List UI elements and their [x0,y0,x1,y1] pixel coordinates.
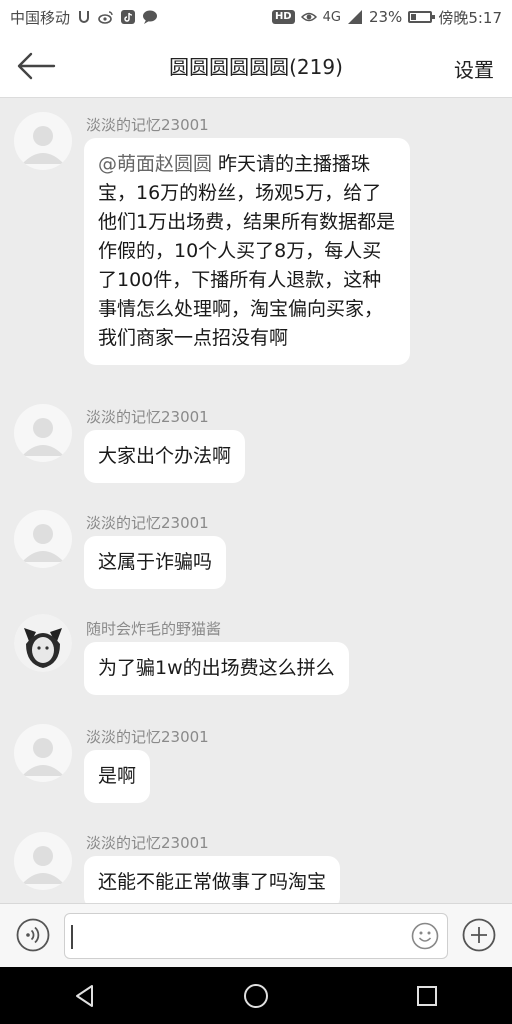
back-button[interactable] [16,48,60,84]
message-text: 是啊 [98,765,137,787]
phone-screen: 中国移动 HD 4G 23% 傍晚5:17 圆圆圆圆圆圆(219) 设置 淡淡的… [0,0,512,1024]
settings-button[interactable]: 设置 [454,54,494,83]
chat-title: 圆圆圆圆圆圆(219) [169,55,343,79]
nav-back-button[interactable] [65,976,105,1016]
input-bar [0,903,512,967]
message-bubble[interactable]: 这属于诈骗吗 [84,536,227,589]
battery-level [411,14,416,20]
clock: 傍晚5:17 [438,8,502,27]
system-nav-bar [0,967,512,1024]
nav-home-button[interactable] [236,976,276,1016]
square-recents-icon [416,985,437,1006]
weibo-icon [98,11,113,24]
message-input[interactable] [64,913,448,959]
message-text: 还能不能正常做事了吗淘宝 [98,871,327,893]
nav-recents-button[interactable] [407,976,447,1016]
message-text: 昨天请的主播播珠宝，16万的粉丝，场观5万，给了他们1万出场费，结果所有数据都是… [98,153,396,349]
sender-name: 随时会炸毛的野猫酱 [86,620,222,638]
avatar[interactable] [14,724,72,782]
message-bubble[interactable]: 为了骗1w的出场费这么拼么 [84,642,349,695]
status-bar: 中国移动 HD 4G 23% 傍晚5:17 [0,0,512,34]
avatar[interactable] [14,112,72,170]
sender-name: 淡淡的记忆23001 [86,728,209,746]
eye-icon [300,12,317,22]
chat-bubble-icon [143,10,158,24]
carrier-label: 中国移动 [10,8,71,27]
voice-icon[interactable] [16,918,50,952]
battery-percent: 23% [368,8,403,26]
sender-name: 淡淡的记忆23001 [86,116,209,134]
message-text: 为了骗1w的出场费这么拼么 [98,657,335,679]
message-list[interactable]: 淡淡的记忆23001 @萌面赵圆圆 昨天请的主播播珠宝，16万的粉丝，场观5万，… [0,98,512,903]
circle-home-icon [243,983,268,1008]
triangle-back-icon [76,984,94,1007]
message-bubble[interactable]: 大家出个办法啊 [84,430,246,483]
avatar[interactable] [14,404,72,462]
mention-link[interactable]: @萌面赵圆圆 [98,153,212,175]
plus-icon[interactable] [462,918,496,952]
avatar[interactable] [14,614,72,672]
battery-icon [408,11,436,23]
message-text: 大家出个办法啊 [98,445,232,467]
avatar[interactable] [14,832,72,890]
sender-name: 淡淡的记忆23001 [86,834,209,852]
sender-name: 淡淡的记忆23001 [86,514,209,532]
sender-name: 淡淡的记忆23001 [86,408,209,426]
message-bubble[interactable]: 还能不能正常做事了吗淘宝 [84,856,341,903]
usb-icon [79,11,90,23]
arrow-left-icon [17,52,56,80]
network-label: 4G [322,9,341,25]
tiktok-icon [121,10,136,24]
hd-badge: HD [271,10,295,24]
message-text: 这属于诈骗吗 [98,551,213,573]
emoji-icon[interactable] [411,922,439,950]
avatar[interactable] [14,510,72,568]
signal-icon [347,10,362,24]
text-caret [71,925,73,949]
message-bubble[interactable]: 是啊 [84,750,151,803]
message-bubble[interactable]: @萌面赵圆圆 昨天请的主播播珠宝，16万的粉丝，场观5万，给了他们1万出场费，结… [84,138,410,365]
chat-header: 圆圆圆圆圆圆(219) 设置 [0,34,512,98]
